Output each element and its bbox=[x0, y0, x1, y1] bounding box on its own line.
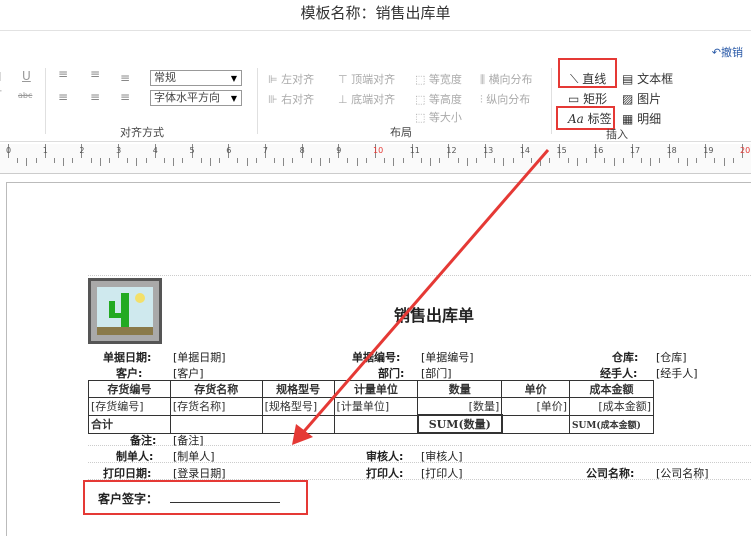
annotation-arrow bbox=[292, 149, 550, 445]
